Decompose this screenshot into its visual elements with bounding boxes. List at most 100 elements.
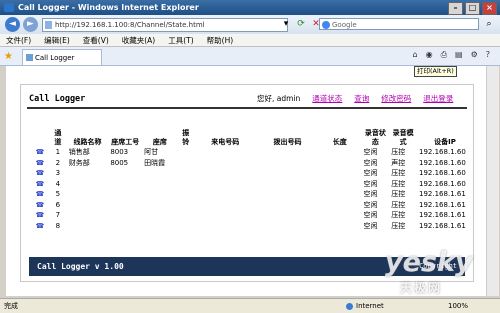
- menu-favorites[interactable]: 收藏夹(A): [122, 34, 155, 46]
- row-rec-mode: 声控: [391, 158, 406, 167]
- row-line-name: [67, 179, 109, 190]
- feeds-icon[interactable]: ◉: [426, 50, 433, 60]
- maximize-button[interactable]: □: [465, 2, 480, 15]
- home-icon[interactable]: ⌂: [413, 50, 418, 60]
- phone-icon[interactable]: ☎: [31, 147, 49, 158]
- vertical-scrollbar[interactable]: [486, 66, 499, 296]
- row-rec-mode: 压控: [391, 200, 406, 209]
- row-incoming: [194, 200, 257, 211]
- row-agent: [142, 200, 178, 211]
- phone-icon[interactable]: ☎: [31, 168, 49, 179]
- title-divider: [27, 107, 467, 109]
- nav-logout[interactable]: 退出登录: [423, 93, 453, 104]
- forward-button[interactable]: ►: [23, 17, 38, 32]
- row-channel: 2: [55, 158, 61, 167]
- row-rec-state: 空闲: [363, 158, 378, 167]
- row-outgoing: [257, 189, 318, 200]
- row-ringing: [178, 168, 194, 179]
- table-row: ☎ 7 空闲 压控 192.168.1.61: [31, 210, 473, 221]
- print-icon[interactable]: ⎙: [441, 50, 447, 60]
- phone-icon[interactable]: ☎: [31, 189, 49, 200]
- phone-icon[interactable]: ☎: [31, 179, 49, 190]
- row-line-name: [67, 210, 109, 221]
- row-incoming: [194, 168, 257, 179]
- zoom-level[interactable]: 100%: [448, 299, 468, 313]
- tools-menu-icon[interactable]: ⚙: [471, 50, 478, 60]
- nav-change-password[interactable]: 修改密码: [381, 93, 411, 104]
- close-button[interactable]: ×: [482, 2, 497, 15]
- tab-call-logger[interactable]: Call Logger: [22, 49, 102, 65]
- menu-file[interactable]: 文件(F): [6, 34, 31, 46]
- back-button[interactable]: ◄: [5, 17, 20, 32]
- row-device-ip: 192.168.1.61: [419, 200, 466, 209]
- greeting: 您好, admin: [257, 94, 301, 103]
- row-channel: 8: [55, 221, 61, 230]
- menu-edit[interactable]: 编辑(E): [44, 34, 70, 46]
- row-ringing: [178, 147, 194, 158]
- row-incoming: [194, 147, 257, 158]
- search-icon[interactable]: ⌕: [483, 18, 495, 30]
- table-row: ☎ 2 财务部 8005 田晓霞 空闲 声控 192.168.1.60: [31, 158, 473, 169]
- nav-channel-status[interactable]: 通道状态: [312, 93, 342, 104]
- row-rec-mode: 压控: [391, 211, 406, 220]
- tab-title: Call Logger: [35, 54, 75, 62]
- phone-icon[interactable]: ☎: [31, 200, 49, 211]
- dropdown-icon[interactable]: ▾: [280, 18, 292, 30]
- row-line-name: [67, 221, 109, 232]
- table-row: ☎ 6 空闲 压控 192.168.1.61: [31, 200, 473, 211]
- col-outgoing: 拨出号码: [273, 138, 302, 146]
- col-channel: 通道: [54, 129, 62, 146]
- minimize-button[interactable]: –: [448, 2, 463, 15]
- row-incoming: [194, 210, 257, 221]
- page-menu-icon[interactable]: ▤: [455, 50, 463, 60]
- row-channel: 5: [55, 190, 61, 199]
- address-url: http://192.168.1.100:8/Channel/State.htm…: [55, 21, 205, 29]
- row-length: [318, 158, 361, 169]
- row-line-name: 财务部: [68, 158, 90, 167]
- row-device-ip: 192.168.1.61: [419, 211, 466, 220]
- row-rec-mode: 压控: [391, 179, 406, 188]
- row-device-ip: 192.168.1.61: [419, 190, 466, 199]
- address-input[interactable]: http://192.168.1.100:8/Channel/State.htm…: [42, 18, 288, 32]
- footer-title: Call Logger v 1.00: [37, 262, 124, 271]
- menu-bar: 文件(F) 编辑(E) 查看(V) 收藏夹(A) 工具(T) 帮助(H): [0, 34, 500, 47]
- phone-icon[interactable]: ☎: [31, 221, 49, 232]
- row-incoming: [194, 179, 257, 190]
- row-length: [318, 168, 361, 179]
- row-outgoing: [257, 210, 318, 221]
- row-rec-mode: 压控: [391, 169, 406, 178]
- menu-tools[interactable]: 工具(T): [168, 34, 193, 46]
- row-rec-state: 空闲: [363, 169, 378, 178]
- nav-query[interactable]: 查询: [354, 93, 369, 104]
- row-length: [318, 147, 361, 158]
- window-title: Call Logger - Windows Internet Explorer: [18, 3, 199, 12]
- help-icon[interactable]: ?: [486, 50, 490, 60]
- col-length: 长度: [332, 138, 347, 146]
- menu-view[interactable]: 查看(V): [83, 34, 109, 46]
- row-outgoing: [257, 200, 318, 211]
- window-titlebar: Call Logger - Windows Internet Explorer …: [0, 0, 500, 15]
- row-ringing: [178, 210, 194, 221]
- phone-icon[interactable]: ☎: [31, 210, 49, 221]
- row-agent: [142, 179, 178, 190]
- row-ringing: [178, 189, 194, 200]
- row-device-ip: 192.168.1.60: [419, 158, 466, 167]
- favorites-star-icon[interactable]: ★: [4, 51, 13, 62]
- row-agent-id: 8005: [110, 158, 129, 167]
- row-channel: 1: [55, 148, 61, 157]
- row-outgoing: [257, 147, 318, 158]
- status-bar: 完成 Internet 100%: [0, 298, 500, 313]
- col-agent-id: 座席工号: [111, 138, 140, 146]
- phone-icon[interactable]: ☎: [31, 158, 49, 169]
- row-incoming: [194, 158, 257, 169]
- col-ringing: 振铃: [182, 129, 190, 146]
- watermark-logo: yesky: [385, 247, 473, 278]
- status-zone: Internet: [346, 299, 384, 313]
- refresh-icon[interactable]: ⟳: [295, 18, 307, 30]
- table-row: ☎ 5 空闲 压控 192.168.1.61: [31, 189, 473, 200]
- address-toolbar: ◄ ► http://192.168.1.100:8/Channel/State…: [0, 15, 500, 34]
- search-input[interactable]: Google: [319, 18, 479, 30]
- menu-help[interactable]: 帮助(H): [207, 34, 234, 46]
- row-rec-state: 空闲: [363, 190, 378, 199]
- watermark-cn: 天极网: [400, 281, 443, 295]
